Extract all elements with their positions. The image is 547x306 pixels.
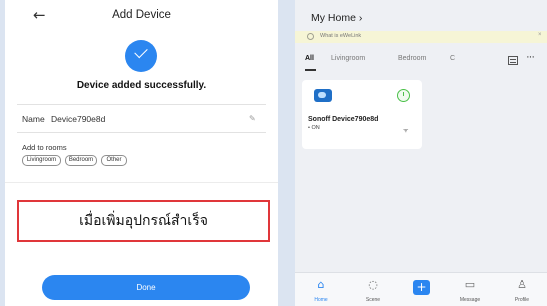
home-title[interactable]: My Home › [311, 12, 362, 24]
add-icon: + [413, 280, 430, 295]
more-icon[interactable]: ··· [526, 51, 535, 63]
nav-message[interactable]: ▭ Message [450, 273, 490, 306]
device-status: • ON [308, 125, 320, 131]
tab-c[interactable]: C [450, 55, 455, 62]
device-name: Sonoff Device790e8d [308, 116, 379, 123]
profile-icon: ♙ [517, 278, 527, 291]
divider [5, 182, 278, 183]
nav-profile[interactable]: ♙ Profile [502, 273, 542, 306]
sonoff-switch-icon [314, 89, 332, 102]
home-icon: ⌂ [317, 278, 325, 291]
add-device-screen: ← Add Device Device added successfully. … [5, 0, 278, 306]
tab-livingroom[interactable]: Livingroom [331, 55, 365, 62]
home-screen: My Home › What is eWeLink × All Livingro… [295, 0, 547, 306]
chevron-right-icon: › [358, 12, 363, 24]
page-title: Add Device [112, 9, 171, 21]
success-message: Device added successfully. [76, 80, 207, 91]
nav-scene[interactable]: ◌ Scene [353, 273, 393, 306]
done-button[interactable]: Done [42, 275, 250, 300]
bottom-nav: ⌂ Home ◌ Scene + ▭ Message ♙ Profile [295, 272, 547, 306]
nav-label: Message [459, 297, 481, 303]
add-device-header: ← Add Device [5, 0, 278, 34]
caption-box: เมื่อเพิ่มอุปกรณ์สำเร็จ [17, 200, 270, 242]
banner-text[interactable]: What is eWeLink [320, 33, 361, 39]
scene-icon: ◌ [368, 278, 378, 291]
rooms-title: Add to rooms [22, 143, 67, 152]
info-icon [307, 33, 314, 40]
nav-label: Profile [514, 297, 530, 303]
tab-bedroom[interactable]: Bedroom [398, 55, 426, 62]
room-chip-bedroom[interactable]: Bedroom [65, 155, 97, 166]
list-icon[interactable] [508, 56, 518, 65]
room-chip-livingroom[interactable]: Livingroom [22, 155, 61, 166]
room-chip-other[interactable]: Other [101, 155, 127, 166]
home-title-text: My Home [311, 12, 356, 24]
tab-all[interactable]: All [305, 55, 314, 62]
nav-add[interactable]: + [401, 273, 441, 306]
message-icon: ▭ [464, 278, 476, 291]
power-icon[interactable] [397, 89, 410, 102]
divider [17, 104, 266, 105]
nav-label: Home [314, 297, 328, 303]
wifi-icon: ᯤ [403, 128, 409, 134]
divider [17, 132, 266, 133]
active-tab-indicator [305, 69, 316, 71]
name-label: Name [22, 114, 45, 124]
nav-label: Scene [365, 297, 381, 303]
device-name-field[interactable]: Device790e8d [51, 114, 105, 124]
device-card[interactable]: Sonoff Device790e8d • ON ᯤ [302, 80, 422, 149]
close-icon[interactable]: × [538, 32, 542, 38]
edit-icon[interactable]: ✎ [249, 114, 256, 123]
nav-home[interactable]: ⌂ Home [301, 273, 341, 306]
check-circle-icon [125, 40, 157, 72]
